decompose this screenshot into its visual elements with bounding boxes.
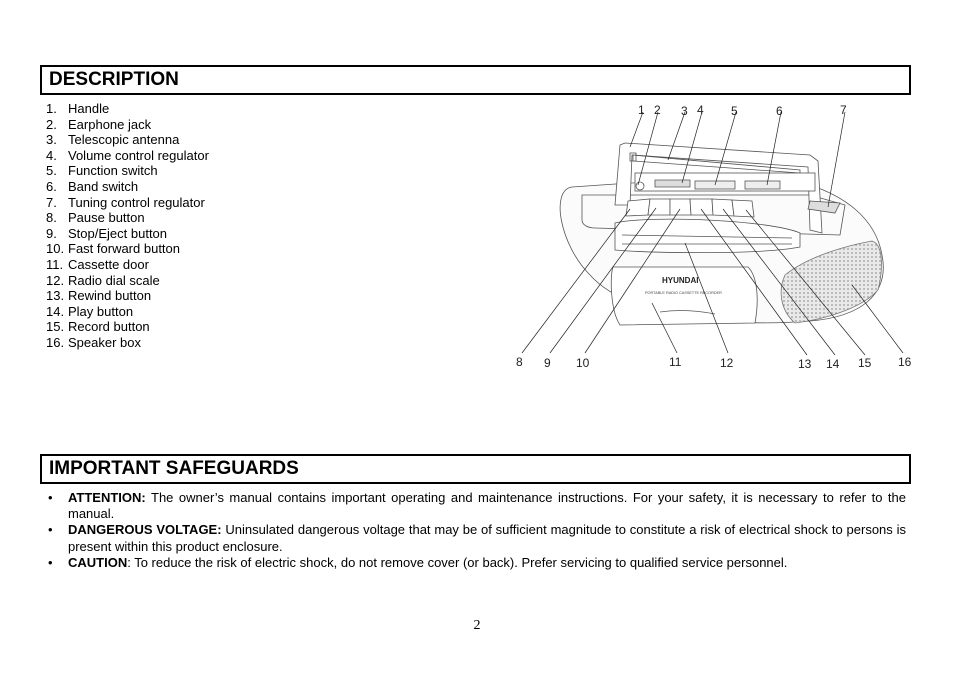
bullet-icon: • [48,490,53,505]
list-item: 16. Speaker box [46,335,209,351]
safeguard-item: • ATTENTION: The owner’s manual contains … [46,490,906,522]
safeguards-list: • ATTENTION: The owner’s manual contains … [46,490,906,571]
list-item: 9. Stop/Eject button [46,226,209,242]
item-number: 16. [46,334,65,350]
list-item: 13. Rewind button [46,288,209,304]
item-number: 11. [46,256,64,272]
list-item: 10. Fast forward button [46,241,209,257]
item-number: 3. [46,132,57,148]
callout-7: 7 [840,103,847,117]
parts-list: 1. Handle 2. Earphone jack 3. Telescopic an… [46,101,209,351]
safeguards-heading: IMPORTANT SAFEGUARDS [40,454,911,484]
safeguard-item: • CAUTION: To reduce the risk of electric… [46,555,906,571]
item-label: Earphone jack [68,116,152,132]
item-number: 6. [46,178,57,194]
callout-9: 9 [544,356,551,370]
list-item: 12. Radio dial scale [46,273,209,289]
item-label: Radio dial scale [68,272,160,288]
item-label: Volume control regulator [68,147,209,163]
item-number: 9. [46,225,57,241]
item-number: 12. [46,272,65,288]
brand-subtitle: PORTABLE RADIO CASSETTE RECORDER [645,291,722,295]
description-heading: DESCRIPTION [40,65,911,95]
list-item: 3. Telescopic antenna [46,132,209,148]
safeguards-title: IMPORTANT SAFEGUARDS [49,458,299,479]
item-label: Tuning control regulator [68,194,205,210]
item-number: 8. [46,210,57,226]
safeguard-text: The owner’s manual contains important op… [68,490,906,522]
item-label: Record button [68,319,150,335]
item-number: 5. [46,163,57,179]
callout-4: 4 [697,103,704,117]
callout-14: 14 [826,357,840,371]
item-label: Band switch [68,178,139,194]
list-item: 2. Earphone jack [46,117,209,133]
item-number: 15. [46,319,65,335]
band-switch-icon [744,180,781,190]
callout-16: 16 [898,355,912,369]
bullet-icon: • [48,522,53,538]
description-title: DESCRIPTION [49,69,179,90]
list-item: 6. Band switch [46,179,209,195]
callout-15: 15 [858,356,872,370]
transport-buttons [625,198,755,218]
volume-dial-icon [654,179,691,188]
list-item: 1. Handle [46,101,209,117]
callout-8: 8 [516,355,523,369]
brand-logo: HYUNDAI [662,276,698,285]
safeguard-text: : To reduce the risk of electric shock, … [127,554,788,570]
list-item: 11. Cassette door [46,257,209,273]
safeguard-item: • DANGEROUS VOLTAGE: Uninsulated dangerou… [46,522,906,554]
list-item: 8. Pause button [46,210,209,226]
callout-11: 11 [669,355,682,369]
item-label: Handle [68,101,110,116]
item-number: 14. [46,303,65,319]
safeguard-label: DANGEROUS VOLTAGE: [68,522,222,538]
callout-6: 6 [776,104,783,118]
item-label: Function switch [68,163,158,179]
radio-cassette-diagram: HYUNDAI PORTABLE RADIO CASSETTE RECORDER… [516,103,912,371]
safeguard-label: ATTENTION: [68,490,146,505]
item-label: Fast forward button [68,241,180,257]
item-label: Play button [68,303,134,319]
item-label: Speaker box [68,334,141,350]
callout-13: 13 [798,357,812,371]
list-item: 15. Record button [46,319,209,335]
callout-2: 2 [654,103,661,117]
item-label: Pause button [68,210,145,226]
item-number: 2. [46,116,57,132]
callout-12: 12 [720,356,734,370]
list-item: 14. Play button [46,304,209,320]
item-label: Stop/Eject button [68,225,168,241]
item-number: 10. [46,241,65,257]
item-number: 7. [46,194,57,210]
item-number: 13. [46,288,65,304]
callout-1: 1 [638,103,645,117]
list-item: 7. Tuning control regulator [46,195,209,211]
item-number: 4. [46,147,57,163]
safeguard-label: CAUTION [68,554,128,570]
item-number: 1. [46,101,57,116]
page-number: 2 [473,618,481,633]
item-label: Cassette door [68,256,149,272]
list-item: 5. Function switch [46,163,209,179]
callout-5: 5 [731,104,738,118]
callout-3: 3 [681,104,688,118]
item-label: Rewind button [68,288,152,304]
list-item: 4. Volume control regulator [46,148,209,164]
callout-10: 10 [576,356,590,370]
item-label: Telescopic antenna [68,132,180,148]
bullet-icon: • [48,554,53,570]
